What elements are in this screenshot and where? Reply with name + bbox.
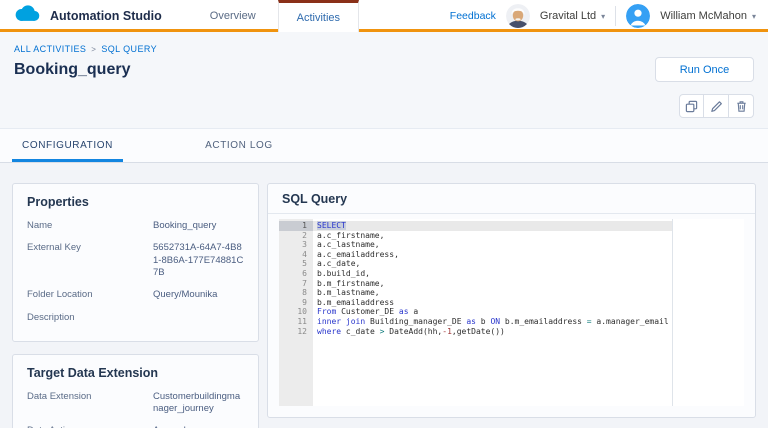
page-title: Booking_query bbox=[14, 61, 754, 79]
user-name: William McMahon bbox=[660, 10, 747, 22]
sql-code-line: a.c_emailaddress, bbox=[313, 250, 672, 260]
activity-toolbar bbox=[679, 94, 754, 118]
property-row-folder-location: Folder Location Query/Mounika bbox=[27, 289, 244, 301]
nav-tabs: Overview Activities bbox=[188, 0, 359, 32]
sql-query-panel: SQL Query 123456789101112 SELECTa.c_firs… bbox=[267, 183, 756, 418]
sql-code-line: a.c_lastname, bbox=[313, 240, 672, 250]
sql-code-editor[interactable]: 123456789101112 SELECTa.c_firstname,a.c_… bbox=[279, 219, 744, 406]
automation-studio-screen: Automation Studio Overview Activities Fe… bbox=[0, 0, 768, 428]
user-menu[interactable]: William McMahon ▾ bbox=[660, 10, 756, 22]
property-value: Query/Mounika bbox=[153, 289, 244, 301]
property-value: Customerbuildingmanager_journey bbox=[153, 391, 244, 416]
nav-accent-bar bbox=[0, 29, 768, 32]
right-column: SQL Query 123456789101112 SELECTa.c_firs… bbox=[267, 183, 756, 418]
top-nav: Automation Studio Overview Activities Fe… bbox=[0, 0, 768, 32]
property-label: Name bbox=[27, 220, 153, 232]
property-value bbox=[153, 312, 244, 323]
einstein-avatar-icon bbox=[506, 4, 530, 28]
left-column: Properties Name Booking_query External K… bbox=[12, 183, 259, 418]
properties-rows: Name Booking_query External Key 5652731A… bbox=[27, 220, 244, 323]
sql-panel-body: 123456789101112 SELECTa.c_firstname,a.c_… bbox=[268, 214, 755, 417]
run-once-button[interactable]: Run Once bbox=[655, 57, 754, 82]
property-row-name: Name Booking_query bbox=[27, 220, 244, 232]
breadcrumb-all-activities[interactable]: ALL ACTIVITIES bbox=[14, 44, 86, 54]
sql-code-line: a.c_firstname, bbox=[313, 231, 672, 241]
properties-panel: Properties Name Booking_query External K… bbox=[12, 183, 259, 342]
org-name: Gravital Ltd bbox=[540, 10, 596, 22]
property-row-external-key: External Key 5652731A-64A7-4B81-8B6A-177… bbox=[27, 242, 244, 279]
nav-tab-activities[interactable]: Activities bbox=[278, 0, 359, 32]
config-tabstrip: CONFIGURATION ACTION LOG bbox=[0, 129, 768, 163]
property-row-description: Description bbox=[27, 312, 244, 323]
edit-button[interactable] bbox=[704, 94, 729, 118]
breadcrumb-separator: > bbox=[91, 45, 96, 54]
sql-code-line: a.c_date, bbox=[313, 259, 672, 269]
sql-code-lines: SELECTa.c_firstname,a.c_lastname,a.c_ema… bbox=[313, 219, 672, 406]
org-menu[interactable]: Gravital Ltd ▾ bbox=[540, 10, 605, 22]
brand: Automation Studio bbox=[0, 0, 188, 32]
nav-divider bbox=[615, 6, 616, 26]
sql-code-line: b.m_emailaddress bbox=[313, 298, 672, 308]
property-label: Description bbox=[27, 312, 153, 323]
breadcrumb: ALL ACTIVITIES > SQL QUERY bbox=[14, 44, 754, 54]
sql-code-line: where c_date > DateAdd(hh,-1,getDate()) bbox=[313, 327, 672, 337]
trash-icon bbox=[735, 100, 748, 113]
target-data-extension-panel: Target Data Extension Data Extension Cus… bbox=[12, 354, 259, 428]
sql-panel-title: SQL Query bbox=[282, 192, 741, 206]
target-de-rows: Data Extension Customerbuildingmanager_j… bbox=[27, 391, 244, 428]
content-area: Properties Name Booking_query External K… bbox=[0, 163, 768, 428]
property-value: 5652731A-64A7-4B81-8B6A-177E74881C7B bbox=[153, 242, 244, 279]
page-header: ALL ACTIVITIES > SQL QUERY Booking_query… bbox=[0, 32, 768, 129]
app-title: Automation Studio bbox=[50, 9, 162, 23]
properties-title: Properties bbox=[27, 195, 244, 209]
tab-configuration[interactable]: CONFIGURATION bbox=[12, 129, 123, 162]
sql-code-line: inner join Building_manager_DE as b ON b… bbox=[313, 317, 672, 327]
salesforce-cloud-icon bbox=[12, 4, 42, 29]
sql-code-line: From Customer_DE as a bbox=[313, 307, 672, 317]
nav-tab-overview[interactable]: Overview bbox=[188, 0, 278, 32]
nav-utilities: Feedback Gravital Ltd ▾ bbox=[450, 0, 768, 32]
sql-gutter: 123456789101112 bbox=[279, 219, 313, 406]
sql-code-line: b.m_lastname, bbox=[313, 288, 672, 298]
property-label: Folder Location bbox=[27, 289, 153, 301]
pencil-icon bbox=[710, 100, 723, 113]
copy-button[interactable] bbox=[679, 94, 704, 118]
target-de-title: Target Data Extension bbox=[27, 366, 244, 380]
sql-code-line: b.m_firstname, bbox=[313, 279, 672, 289]
user-avatar-icon[interactable] bbox=[626, 4, 650, 28]
sql-code-line: SELECT bbox=[313, 221, 672, 231]
target-row-data-extension: Data Extension Customerbuildingmanager_j… bbox=[27, 391, 244, 416]
property-label: External Key bbox=[27, 242, 153, 279]
sql-panel-header: SQL Query bbox=[268, 184, 755, 214]
property-label: Data Extension bbox=[27, 391, 153, 416]
sql-code-line: b.build_id, bbox=[313, 269, 672, 279]
feedback-link[interactable]: Feedback bbox=[450, 10, 496, 22]
tab-action-log[interactable]: ACTION LOG bbox=[189, 129, 289, 162]
sql-editor-right-gutter bbox=[672, 219, 744, 406]
breadcrumb-sql-query[interactable]: SQL QUERY bbox=[101, 44, 157, 54]
copy-icon bbox=[685, 100, 698, 113]
delete-button[interactable] bbox=[729, 94, 754, 118]
chevron-down-icon: ▾ bbox=[601, 12, 605, 21]
chevron-down-icon: ▾ bbox=[752, 12, 756, 21]
property-value: Booking_query bbox=[153, 220, 244, 232]
